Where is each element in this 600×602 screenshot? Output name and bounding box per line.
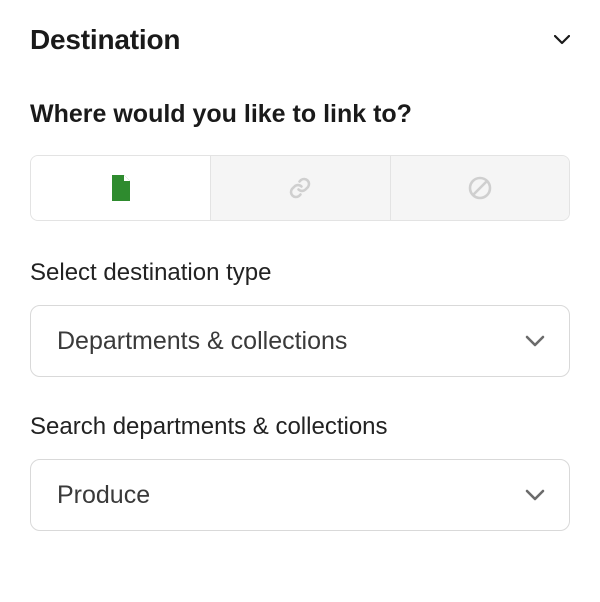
search-collections-value: Produce (57, 481, 150, 510)
link-type-none[interactable] (390, 156, 569, 220)
destination-panel: Destination Where would you like to link… (0, 0, 600, 531)
destination-type-value: Departments & collections (57, 327, 347, 356)
link-icon (286, 174, 314, 202)
panel-header[interactable]: Destination (30, 24, 570, 56)
destination-type-select[interactable]: Departments & collections (30, 305, 570, 377)
link-type-url[interactable] (210, 156, 389, 220)
chevron-down-icon (525, 489, 545, 501)
none-icon (466, 174, 494, 202)
link-type-segmented (30, 155, 570, 221)
link-question: Where would you like to link to? (30, 100, 570, 129)
search-collections-label: Search departments & collections (30, 413, 570, 441)
chevron-down-icon (554, 35, 570, 45)
link-type-page[interactable] (31, 156, 210, 220)
page-icon (110, 175, 132, 201)
search-collections-select[interactable]: Produce (30, 459, 570, 531)
panel-title: Destination (30, 24, 180, 56)
chevron-down-icon (525, 335, 545, 347)
destination-type-label: Select destination type (30, 259, 570, 287)
